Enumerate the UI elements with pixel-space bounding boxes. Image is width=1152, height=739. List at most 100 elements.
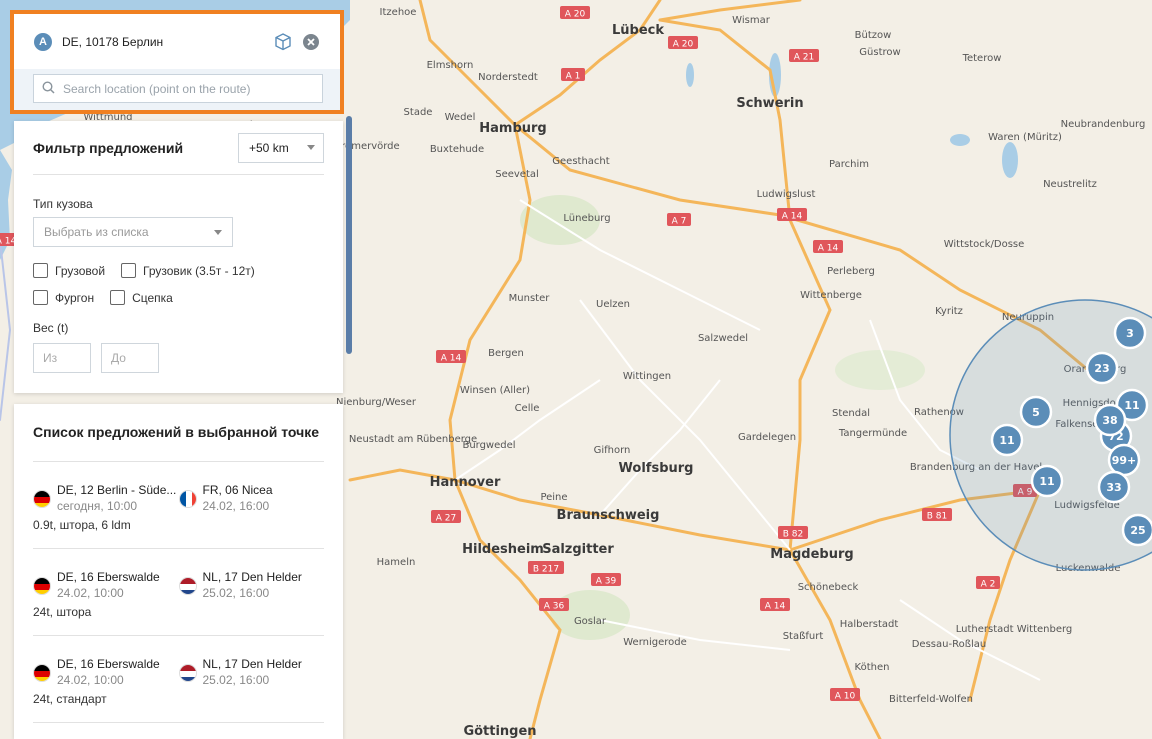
- road-badge: B 82: [783, 530, 804, 540]
- town-label: Elmshorn: [427, 60, 474, 71]
- town-label: Ludwigslust: [757, 189, 816, 200]
- offer-destination-date: 24.02, 16:00: [202, 499, 270, 513]
- town-label: Neubrandenburg: [1061, 119, 1146, 130]
- cluster-count: 33: [1106, 481, 1121, 494]
- checkbox-box[interactable]: [33, 290, 48, 305]
- radius-select[interactable]: +50 km: [238, 132, 324, 163]
- search-wrap: [14, 69, 340, 110]
- search-icon: [42, 79, 55, 98]
- offer-item[interactable]: DE, 16 Eberswalde 24.02, 10:00 NL, 17 Den…: [33, 549, 324, 636]
- cluster-count: 23: [1094, 362, 1109, 375]
- cluster-marker[interactable]: 3: [1113, 316, 1147, 350]
- waypoint-a-badge: A: [34, 32, 52, 51]
- chevron-down-icon: [307, 145, 315, 150]
- road-badge: A 36: [544, 602, 565, 612]
- cluster-marker[interactable]: 11: [990, 423, 1024, 457]
- offer-destination-place: NL, 17 Den Helder: [202, 657, 302, 671]
- city-label: Salzgitter: [542, 542, 614, 557]
- town-label: Teterow: [962, 53, 1002, 64]
- town-label: Burgwedel: [462, 440, 515, 451]
- offer-origin-place: DE, 12 Berlin - Süde...: [57, 483, 177, 497]
- checkbox-label: Фургон: [55, 290, 95, 305]
- city-label: Hamburg: [479, 121, 546, 136]
- town-label: Wittstock/Dosse: [944, 239, 1025, 250]
- city-label: Göttingen: [463, 724, 536, 739]
- offer-origin: DE, 12 Berlin - Süde... сегодня, 10:00: [33, 482, 179, 514]
- cluster-marker[interactable]: 5: [1019, 395, 1053, 429]
- checkbox-box[interactable]: [121, 263, 137, 278]
- cluster-count: 38: [1102, 414, 1117, 427]
- search-box: [33, 74, 323, 103]
- offer-origin: DE, 16 Eberswalde 24.02, 10:00: [33, 656, 179, 688]
- checkbox-truck-3-5-12t[interactable]: Грузовик (3.5т - 12т): [121, 263, 255, 278]
- cluster-marker[interactable]: 11: [1030, 464, 1064, 498]
- town-label: Lüneburg: [563, 213, 610, 224]
- cluster-marker[interactable]: 99+: [1107, 443, 1141, 477]
- weight-from-input[interactable]: [33, 343, 91, 373]
- offers-panel: Список предложений в выбранной точке DE,…: [14, 404, 343, 739]
- cluster-marker[interactable]: 23: [1085, 351, 1119, 385]
- weight-to-input[interactable]: [101, 343, 159, 373]
- weight-label: Вес (t): [33, 321, 69, 335]
- town-label: Buxtehude: [430, 144, 484, 155]
- city-label: Braunschweig: [557, 508, 660, 523]
- town-label: Güstrow: [859, 47, 900, 58]
- body-type-label: Тип кузова: [33, 197, 93, 211]
- road-badge: A 1: [566, 72, 581, 82]
- search-location-input[interactable]: [63, 81, 314, 96]
- city-label: Schwerin: [736, 96, 803, 111]
- road-badge: A 20: [565, 10, 586, 20]
- checkbox-box[interactable]: [110, 290, 126, 305]
- town-label: Uelzen: [596, 299, 630, 310]
- town-label: Tangermünde: [838, 428, 907, 439]
- road-badge: A 14: [765, 602, 786, 612]
- city-label: Lübeck: [612, 23, 664, 38]
- flag-nl-icon: [178, 577, 197, 595]
- town-label: Munster: [509, 293, 551, 304]
- cluster-marker[interactable]: 33: [1097, 470, 1131, 504]
- town-label: Goslar: [574, 616, 607, 627]
- town-label: Wedel: [445, 112, 476, 123]
- town-label: Kyritz: [935, 306, 963, 317]
- checkbox-label: Сцепка: [132, 290, 173, 305]
- city-label: Hildesheim: [462, 542, 544, 557]
- checkbox-row: Грузовой Грузовик (3.5т - 12т): [33, 263, 324, 278]
- town-label: Neustrelitz: [1043, 179, 1097, 190]
- road-badge: A 21: [794, 53, 814, 63]
- route-waypoint-row: A DE, 10178 Берлин: [14, 14, 340, 69]
- panel-scrollbar[interactable]: [346, 116, 352, 354]
- offer-destination: FR, 06 Nicea 24.02, 16:00: [178, 482, 325, 514]
- offer-spec: 0.9t, штора, 6 ldm: [33, 518, 131, 532]
- town-label: Bremervörde: [334, 141, 399, 152]
- offer-origin-date: 24.02, 10:00: [57, 586, 124, 600]
- offer-destination-date: 25.02, 16:00: [202, 586, 270, 600]
- package-icon[interactable]: [272, 31, 294, 53]
- forest-3: [835, 350, 925, 390]
- road-badge: A 39: [596, 577, 617, 587]
- offer-origin: DE, 16 Eberswalde 24.02, 10:00: [33, 569, 179, 601]
- road-badge: A 2: [981, 580, 996, 590]
- weight-row: [33, 343, 324, 373]
- cluster-marker[interactable]: 25: [1121, 513, 1152, 547]
- offer-item[interactable]: DE, 16 Eberswalde 24.02, 10:00 NL, 17 Den…: [33, 636, 324, 723]
- checkbox-box[interactable]: [33, 263, 48, 278]
- body-type-select[interactable]: Выбрать из списка: [33, 217, 233, 247]
- checkbox-van[interactable]: Фургон: [33, 290, 94, 305]
- town-label: Bützow: [855, 30, 892, 41]
- town-label: Salzwedel: [698, 333, 748, 344]
- close-icon[interactable]: [300, 31, 322, 53]
- offer-origin-place: DE, 16 Eberswalde: [57, 657, 160, 671]
- checkbox-truck[interactable]: Грузовой: [33, 263, 105, 278]
- cluster-count: 3: [1126, 327, 1134, 340]
- road-badge: A 7: [672, 217, 687, 227]
- road-badge: A 20: [673, 40, 694, 50]
- town-label: Wernigerode: [623, 637, 687, 648]
- offer-origin-place: DE, 16 Eberswalde: [57, 570, 160, 584]
- cluster-count: 99+: [1112, 454, 1137, 467]
- offer-destination: NL, 17 Den Helder 25.02, 16:00: [178, 569, 325, 601]
- checkbox-trailer[interactable]: Сцепка: [110, 290, 173, 305]
- cluster-marker[interactable]: 38: [1093, 403, 1127, 437]
- offer-item[interactable]: DE, 12 Berlin - Süde... сегодня, 10:00 FR…: [33, 462, 324, 549]
- town-label: Stendal: [832, 408, 870, 419]
- town-label: Peine: [540, 492, 567, 503]
